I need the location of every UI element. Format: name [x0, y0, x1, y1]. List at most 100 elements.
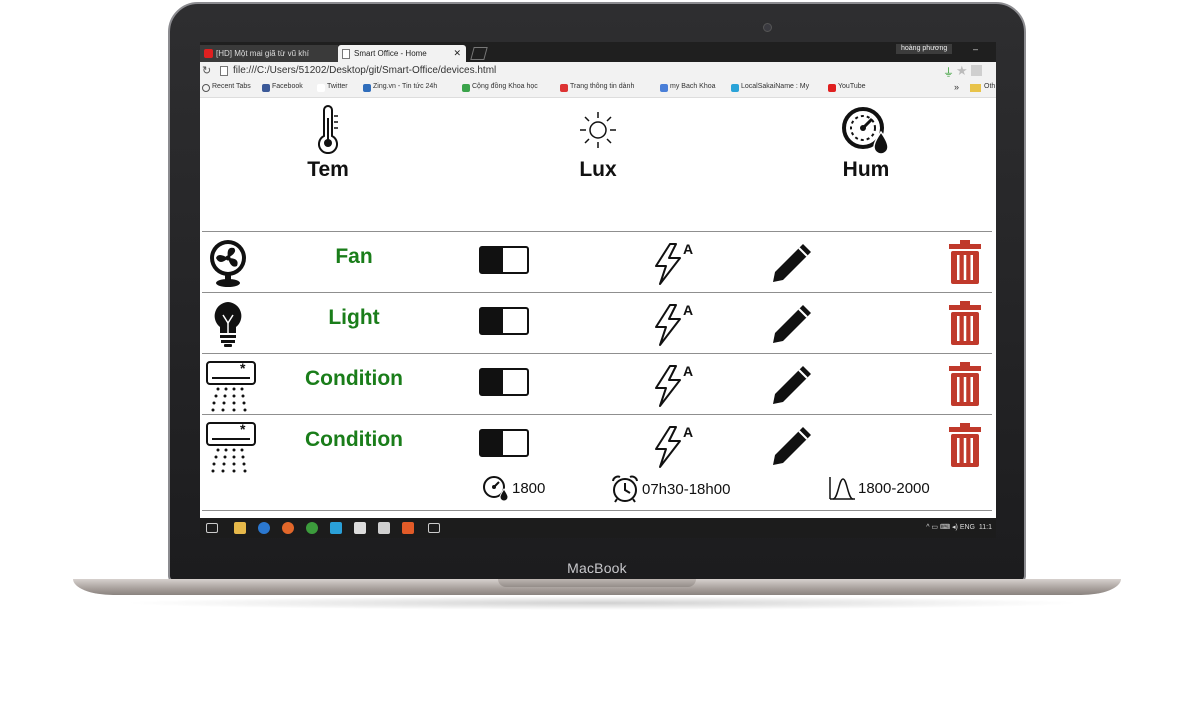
bookmark-star-icon[interactable]: ★ [956, 63, 968, 79]
url-field[interactable]: file:///C:/Users/51202/Desktop/git/Smart… [233, 65, 496, 76]
sensor-label: Lux [579, 158, 617, 181]
bookmark-bach-khoa[interactable]: my Bach Khoa [660, 83, 716, 92]
edit-pencil-icon[interactable] [769, 423, 815, 469]
history-icon [202, 84, 210, 92]
reload-icon[interactable]: ↻ [202, 64, 211, 77]
schedule-value: 07h30-18h00 [642, 480, 731, 498]
device-power-toggle[interactable] [479, 246, 529, 274]
auto-mode-icon[interactable]: A [650, 299, 696, 349]
delete-trash-icon[interactable] [948, 240, 982, 284]
youtube-icon [204, 49, 213, 58]
auto-mode-icon[interactable]: A [650, 421, 696, 471]
humidity-gauge-icon [483, 476, 509, 501]
toggle-knob [481, 309, 503, 333]
air-conditioner-icon: * [206, 421, 256, 473]
sun-icon [580, 112, 616, 148]
svg-text:A: A [683, 241, 693, 257]
edit-pencil-icon[interactable] [769, 301, 815, 347]
device-name: Condition [305, 428, 403, 451]
device-power-toggle[interactable] [479, 368, 529, 396]
system-tray: ^ ▭ ⌨ ◂) ENG 11:1 [926, 524, 992, 531]
device-power-toggle[interactable] [479, 307, 529, 335]
screen: [HD] Một mai giã từ vũ khí Smart Office … [200, 42, 996, 538]
device-power-toggle[interactable] [479, 429, 529, 457]
device-row: Fan A [202, 231, 992, 292]
bookmark-youtube[interactable]: YouTube [828, 83, 866, 92]
edge-icon[interactable] [258, 522, 270, 534]
laptop-brand: MacBook [567, 560, 627, 576]
sensor-label: Tem [307, 158, 349, 181]
extension-icon[interactable]: ⏚ [943, 64, 954, 80]
device-row: Light A [202, 292, 992, 353]
skype-icon[interactable] [330, 522, 342, 534]
toggle-knob [481, 370, 503, 394]
task-view-icon[interactable] [206, 523, 218, 533]
site-icon [560, 84, 568, 92]
facebook-icon [262, 84, 270, 92]
tab-video[interactable]: [HD] Một mai giã từ vũ khí [200, 45, 338, 62]
delete-trash-icon[interactable] [948, 301, 982, 345]
file-icon [220, 66, 228, 76]
bookmark-recent-tabs[interactable]: Recent Tabs [202, 83, 251, 92]
folder-icon [970, 84, 981, 92]
clock[interactable]: 11:1 [979, 524, 992, 531]
edit-pencil-icon[interactable] [769, 362, 815, 408]
minimize-button[interactable]: – [973, 44, 978, 54]
page-icon [342, 49, 350, 59]
device-row: * Condition A [202, 353, 992, 414]
leaf-icon [462, 84, 470, 92]
schedule-setting: 07h30-18h00 [610, 475, 730, 503]
media-player-icon[interactable] [402, 522, 414, 534]
sensor-temperature: Tem [268, 104, 388, 182]
sensor-label: Hum [842, 158, 890, 181]
device-name: Light [328, 306, 380, 329]
chrome-icon[interactable] [306, 522, 318, 534]
air-conditioner-icon: * [206, 360, 256, 412]
humidity-value: 1800 [512, 479, 546, 497]
svg-text:*: * [240, 421, 246, 437]
delete-trash-icon[interactable] [948, 423, 982, 467]
fan-icon [210, 240, 246, 287]
other-bookmarks[interactable]: Oth [984, 83, 995, 90]
auto-mode-icon[interactable]: A [650, 360, 696, 410]
device-list: Fan A Light A * Condition A * Condition … [202, 231, 992, 511]
alarm-clock-icon [612, 475, 638, 503]
terminal-icon[interactable] [428, 523, 440, 533]
auto-mode-icon[interactable]: A [650, 238, 696, 288]
tab-smart-office[interactable]: Smart Office - Home ✕ [338, 45, 466, 62]
sensor-humidity: Hum [806, 104, 926, 182]
bookmark-zing[interactable]: Zing.vn - Tin tức 24h [363, 83, 437, 92]
language-indicator[interactable]: ENG [960, 524, 975, 531]
bookmark-trang-thong-tin[interactable]: Trang thông tin dành [560, 83, 634, 92]
lightbulb-icon [214, 302, 242, 347]
close-tab-icon[interactable]: ✕ [453, 45, 461, 62]
youtube-icon [828, 84, 836, 92]
mail-icon[interactable] [354, 522, 366, 534]
bookmarks-overflow[interactable]: » [954, 82, 959, 92]
profile-badge[interactable]: hoàng phương [896, 44, 953, 54]
range-value: 1800-2000 [858, 479, 930, 497]
sakai-icon [731, 84, 739, 92]
bookmark-twitter[interactable]: Twitter [317, 83, 348, 92]
device-row: * Condition A [202, 414, 992, 511]
bell-curve-icon [829, 477, 855, 500]
camera-icon [763, 23, 772, 32]
download-extension-icon[interactable] [971, 65, 982, 76]
delete-trash-icon[interactable] [948, 362, 982, 406]
edit-pencil-icon[interactable] [769, 240, 815, 286]
file-explorer-icon[interactable] [234, 522, 246, 534]
bookmark-facebook[interactable]: Facebook [262, 83, 303, 92]
bookmark-sakai[interactable]: LocalSakaiName : My [731, 83, 809, 92]
taskbar: ^ ▭ ⌨ ◂) ENG 11:1 [200, 518, 996, 538]
firefox-icon[interactable] [282, 522, 294, 534]
laptop-shadow [120, 596, 1084, 610]
bachkhoa-icon [660, 84, 668, 92]
new-tab-button[interactable] [470, 47, 488, 60]
toggle-knob [481, 248, 503, 272]
bookmark-cong-dong[interactable]: Cộng đồng Khoa học [462, 83, 538, 92]
svg-text:A: A [683, 363, 693, 379]
app-icon[interactable] [378, 522, 390, 534]
tab-label: Smart Office - Home [354, 49, 427, 58]
device-name: Condition [305, 367, 403, 390]
svg-text:*: * [240, 360, 246, 376]
